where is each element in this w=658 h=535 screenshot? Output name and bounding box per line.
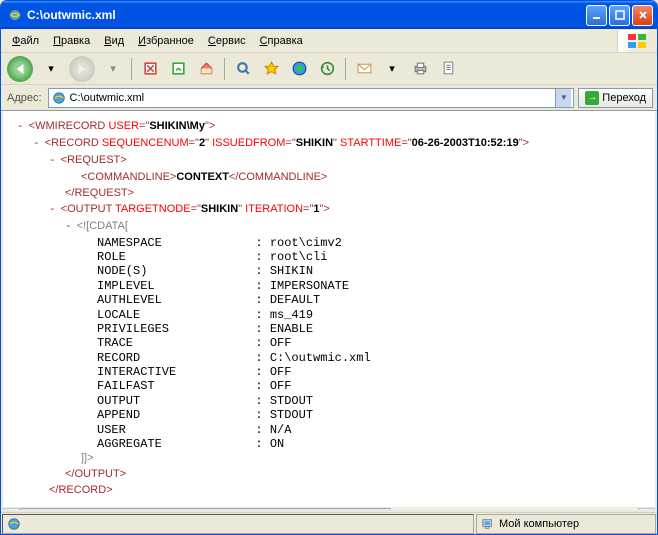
address-bar: Адрес: C:\outwmic.xml ▼ → Переход xyxy=(1,85,657,111)
toolbar: ▾ ▾ ▾ xyxy=(1,53,657,85)
app-window: C:\outwmic.xml Файл Правка Вид Избранное… xyxy=(0,0,658,535)
xml-viewer: - <WMIRECORD USER="SHIKIN\My">- <RECORD … xyxy=(3,111,655,507)
address-label: Адрес: xyxy=(5,92,44,104)
maximize-button[interactable] xyxy=(609,5,630,26)
app-icon xyxy=(7,7,23,23)
favorites-button[interactable] xyxy=(259,57,283,81)
status-main xyxy=(2,514,474,534)
done-icon xyxy=(7,517,21,531)
stop-button[interactable] xyxy=(138,57,162,81)
go-button[interactable]: → Переход xyxy=(578,88,653,108)
menu-edit[interactable]: Правка xyxy=(46,32,97,50)
statusbar: Мой компьютер xyxy=(1,512,657,534)
go-label: Переход xyxy=(602,92,646,104)
search-button[interactable] xyxy=(231,57,255,81)
history-button[interactable] xyxy=(315,57,339,81)
scroll-track[interactable] xyxy=(20,508,638,512)
mail-button[interactable] xyxy=(352,57,376,81)
status-zone: Мой компьютер xyxy=(476,514,656,534)
titlebar[interactable]: C:\outwmic.xml xyxy=(1,1,657,29)
separator xyxy=(131,58,132,80)
edit-button[interactable] xyxy=(436,57,460,81)
horizontal-scrollbar[interactable]: ◄ ► xyxy=(3,507,655,512)
menu-help[interactable]: Справка xyxy=(253,32,310,50)
address-text: C:\outwmic.xml xyxy=(70,92,556,104)
forward-button[interactable] xyxy=(67,54,97,84)
back-dropdown[interactable]: ▾ xyxy=(39,57,63,81)
scroll-thumb[interactable] xyxy=(20,508,391,512)
zone-label: Мой компьютер xyxy=(499,518,579,530)
back-button[interactable] xyxy=(5,54,35,84)
close-button[interactable] xyxy=(632,5,653,26)
xml-file-icon xyxy=(51,90,67,106)
media-button[interactable] xyxy=(287,57,311,81)
scroll-right-button[interactable]: ► xyxy=(638,508,655,512)
go-arrow-icon: → xyxy=(585,91,599,105)
forward-dropdown[interactable]: ▾ xyxy=(101,57,125,81)
menu-tools[interactable]: Сервис xyxy=(201,32,253,50)
content-area[interactable]: - <WMIRECORD USER="SHIKIN\My">- <RECORD … xyxy=(1,111,657,512)
address-field[interactable]: C:\outwmic.xml ▼ xyxy=(48,88,575,108)
menu-favorites[interactable]: Избранное xyxy=(131,32,201,50)
home-button[interactable] xyxy=(194,57,218,81)
menubar: Файл Правка Вид Избранное Сервис Справка xyxy=(1,29,657,53)
separator xyxy=(224,58,225,80)
computer-icon xyxy=(481,517,495,531)
menu-view[interactable]: Вид xyxy=(97,32,131,50)
minimize-button[interactable] xyxy=(586,5,607,26)
address-dropdown[interactable]: ▼ xyxy=(555,89,571,107)
windows-logo-icon xyxy=(617,30,655,52)
print-button[interactable] xyxy=(408,57,432,81)
separator xyxy=(345,58,346,80)
refresh-button[interactable] xyxy=(166,57,190,81)
scroll-left-button[interactable]: ◄ xyxy=(3,508,20,512)
mail-dropdown[interactable]: ▾ xyxy=(380,57,404,81)
menu-file[interactable]: Файл xyxy=(5,32,46,50)
window-title: C:\outwmic.xml xyxy=(27,8,586,22)
